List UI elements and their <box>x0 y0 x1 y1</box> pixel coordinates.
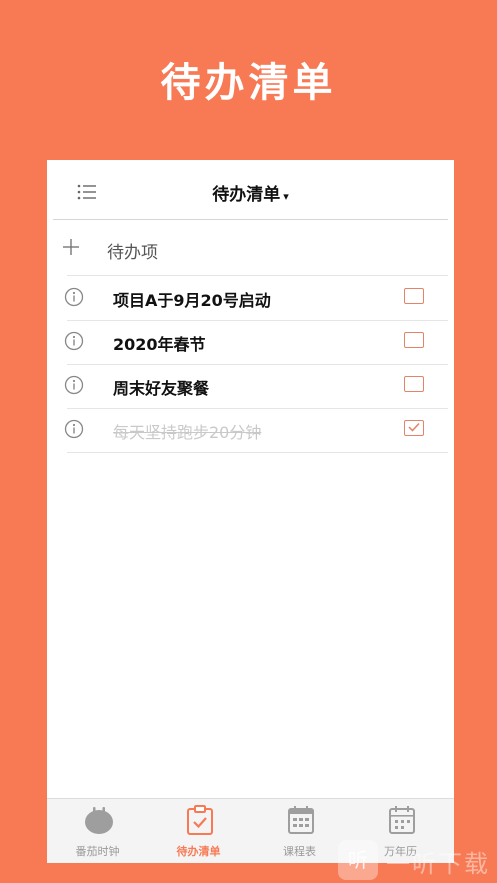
tomato-icon <box>85 807 113 834</box>
tab-todo[interactable]: 待办清单 <box>148 799 249 863</box>
list-selector[interactable]: 待办清单 ▾ <box>47 180 454 205</box>
hero-title: 待办清单 <box>160 60 337 106</box>
checkmark-icon <box>408 422 420 432</box>
tab-label: 番茄时钟 <box>75 845 120 858</box>
todo-checkbox[interactable] <box>404 288 424 304</box>
todo-text: 周末好友聚餐 <box>113 379 210 398</box>
calendar-grid-icon <box>288 806 314 834</box>
info-icon[interactable] <box>64 331 84 351</box>
info-icon[interactable] <box>64 287 84 307</box>
todo-text: 项目A于9月20号启动 <box>113 291 271 310</box>
tab-pomodoro[interactable]: 番茄时钟 <box>47 799 148 863</box>
nav-bar: 待办清单 ▾ <box>47 160 454 219</box>
app-screen: 待办清单 ▾ 待办项 项目A于9月20号启动 2020年春节 周末好友聚餐 每天坚持跑步… <box>47 160 454 863</box>
calendar-icon <box>389 806 415 834</box>
tab-label: 待办清单 <box>176 845 221 858</box>
nav-title: 待办清单 <box>212 185 281 205</box>
todo-row[interactable]: 项目A于9月20号启动 <box>47 276 454 320</box>
tab-label: 课程表 <box>283 845 316 858</box>
todo-row[interactable]: 2020年春节 <box>47 320 454 364</box>
info-icon[interactable] <box>64 375 84 395</box>
clipboard-check-icon <box>187 805 213 835</box>
todo-checkbox[interactable] <box>404 420 424 436</box>
plus-icon <box>63 239 79 255</box>
watermark: 听 一听下载 <box>338 836 497 883</box>
info-icon[interactable] <box>64 419 84 439</box>
tab-schedule[interactable]: 课程表 <box>249 799 350 863</box>
todo-row[interactable]: 周末好友聚餐 <box>47 364 454 408</box>
nav-divider <box>53 219 448 220</box>
watermark-logo: 听 <box>338 840 378 880</box>
add-todo-row[interactable]: 待办项 <box>47 230 454 274</box>
todo-checkbox[interactable] <box>404 332 424 348</box>
todo-row[interactable]: 每天坚持跑步20分钟 <box>47 408 454 452</box>
caret-down-icon: ▾ <box>283 190 289 203</box>
row-divider <box>67 452 448 453</box>
add-todo-label: 待办项 <box>107 243 158 263</box>
watermark-text: 一听下载 <box>386 850 490 878</box>
todo-text: 2020年春节 <box>113 335 206 354</box>
todo-text: 每天坚持跑步20分钟 <box>113 423 262 442</box>
todo-checkbox[interactable] <box>404 376 424 392</box>
